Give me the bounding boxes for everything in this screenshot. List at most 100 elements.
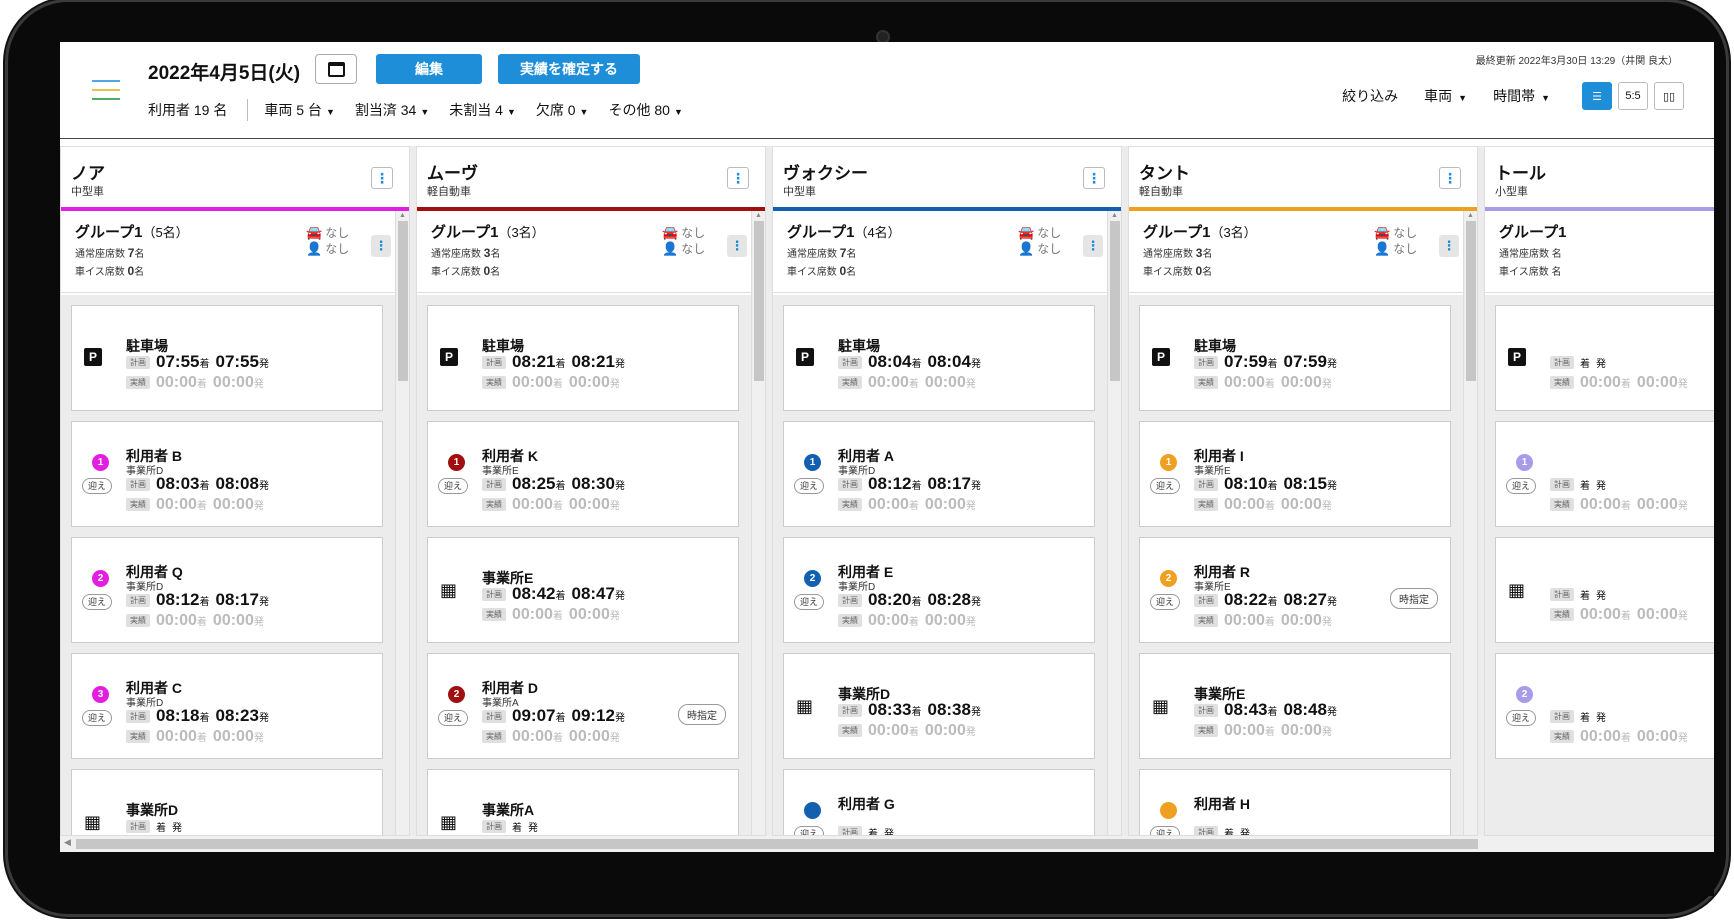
- unit-label: 名: [490, 249, 501, 260]
- actual-times: 実績 00:00着 00:00発: [1550, 374, 1694, 392]
- column-menu-button[interactable]: ⋮: [1083, 167, 1105, 189]
- scrollbar-thumb[interactable]: [398, 221, 408, 381]
- unit-label: 名: [134, 267, 145, 278]
- scroll-up-icon[interactable]: ▲: [1467, 212, 1474, 219]
- group-menu-button[interactable]: ⋮: [371, 235, 391, 257]
- stop-card[interactable]: ▦ 事業所E 計画 08:42着 08:47発 実績 00:00着 00:00発: [427, 537, 739, 643]
- stop-card[interactable]: P 駐車場 計画 07:59着 07:59発 実績 00:00着 00:00発: [1139, 305, 1451, 411]
- plan-tag: 計画: [126, 594, 150, 608]
- scroll-up-icon[interactable]: ▲: [399, 212, 406, 219]
- car-icon: 🚘: [306, 225, 323, 240]
- office-lead: ▦: [796, 696, 813, 717]
- stat-assigned-dropdown[interactable]: 割当済 34 ▼: [355, 100, 429, 120]
- depart-unit: 発: [970, 707, 981, 718]
- vehicle-type: 小型車: [1495, 186, 1528, 198]
- arrive-unit: 着: [555, 591, 566, 602]
- stop-card[interactable]: 1 迎え 利用者 I 事業所E 計画 08:10着 08:15発 実績 00:00着 00:…: [1139, 421, 1451, 527]
- stop-card[interactable]: P 駐車場 計画 08:04着 08:04発 実績 00:00着 00:00発: [783, 305, 1095, 411]
- actual-tag: 実績: [482, 376, 506, 390]
- stop-card[interactable]: ▦事業所A 計画着発 実績00:00着00:00発: [427, 769, 739, 835]
- view-map-button[interactable]: ▯▯: [1654, 82, 1684, 110]
- arrive-unit: 着: [908, 501, 919, 512]
- pickup-badge: 迎え: [82, 710, 112, 726]
- group-menu-button[interactable]: ⋮: [727, 235, 747, 257]
- seat-wheel-label: 車イス席数: [787, 267, 837, 278]
- confirm-results-button[interactable]: 実績を確定する: [498, 54, 640, 84]
- scrollbar-thumb[interactable]: [76, 839, 1478, 849]
- column-menu-button[interactable]: ⋮: [1439, 167, 1461, 189]
- scroll-up-icon[interactable]: ▲: [755, 212, 762, 219]
- stop-card[interactable]: 2 迎え 利用者 D 事業所A 計画 09:07着 09:12発 実績 00:00着 00:…: [427, 653, 739, 759]
- scrollbar-thumb[interactable]: [1110, 221, 1120, 381]
- plan-tag: 計画: [1550, 478, 1574, 492]
- stop-card[interactable]: 2 迎え 計画着発 実績 00:00着 00:00発: [1495, 653, 1714, 759]
- filter-vehicle-dropdown[interactable]: 車両 ▼: [1424, 86, 1467, 106]
- vertical-scrollbar[interactable]: ▲: [1463, 211, 1477, 835]
- stat-vehicles-dropdown[interactable]: 車両 5 台 ▼: [264, 100, 335, 120]
- column-menu-button[interactable]: ⋮: [727, 167, 749, 189]
- stop-card[interactable]: ▦事業所D 計画着発 実績00:00着00:00発: [71, 769, 383, 835]
- building-icon: ▦: [84, 812, 102, 832]
- scrollbar-thumb[interactable]: [754, 221, 764, 381]
- depart-unit: 発: [1677, 611, 1688, 622]
- stop-card[interactable]: ▦ 事業所E 計画 08:43着 08:48発 実績 00:00着 00:00発: [1139, 653, 1451, 759]
- calendar-button[interactable]: [315, 54, 357, 84]
- stop-card[interactable]: 1 迎え 利用者 B 事業所D 計画 08:03着 08:08発 実績 00:00着 00:…: [71, 421, 383, 527]
- actual-times: 実績 00:00着 00:00発: [482, 728, 626, 746]
- group-menu-button[interactable]: ⋮: [1083, 235, 1103, 257]
- stop-card[interactable]: P 計画着発 実績 00:00着 00:00発: [1495, 305, 1714, 411]
- stop-card[interactable]: 1 迎え 計画着発 実績 00:00着 00:00発: [1495, 421, 1714, 527]
- plan-tag: 計画: [838, 356, 862, 370]
- actual-arrive: 00:00: [512, 606, 553, 623]
- scroll-up-icon[interactable]: ▲: [1111, 212, 1118, 219]
- stop-card[interactable]: 1 迎え 利用者 K 事業所E 計画 08:25着 08:30発 実績 00:00着 00:…: [427, 421, 739, 527]
- stop-card[interactable]: ▦ 事業所D 計画 08:33着 08:38発 実績 00:00着 00:00発: [783, 653, 1095, 759]
- office-lead: ▦: [440, 812, 457, 833]
- stop-card[interactable]: 1 迎え 利用者 A 事業所D 計画 08:12着 08:17発 実績 00:00着 00:…: [783, 421, 1095, 527]
- view-list-button[interactable]: ☰: [1582, 82, 1612, 110]
- column-menu-button[interactable]: ⋮: [371, 167, 393, 189]
- calendar-icon: [328, 62, 345, 77]
- car-icon: 🚘: [662, 225, 679, 240]
- group-menu-button[interactable]: ⋮: [1439, 235, 1459, 257]
- plan-arrive: 08:33: [868, 700, 912, 719]
- stat-unassigned-dropdown[interactable]: 未割当 4 ▼: [449, 100, 516, 120]
- driver-value: なし: [325, 226, 350, 240]
- vehicle-name: タント: [1139, 164, 1190, 183]
- vertical-scrollbar[interactable]: ▲: [751, 211, 765, 835]
- chevron-down-icon: ▼: [420, 107, 430, 117]
- vertical-scrollbar[interactable]: ▲: [395, 211, 409, 835]
- staff-assign: 🚘 なし 👤 なし: [1374, 225, 1417, 257]
- actual-arrive: 00:00: [156, 728, 197, 745]
- stop-card[interactable]: 2 迎え 利用者 E 事業所D 計画 08:20着 08:28発 実績 00:00着 00:…: [783, 537, 1095, 643]
- group-count: （5名）: [142, 225, 189, 240]
- plan-times: 計画着発: [1550, 474, 1612, 494]
- view-split-button[interactable]: 5:5: [1618, 82, 1648, 110]
- stat-assigned-label: 割当済 34: [354, 102, 417, 118]
- unit-label: 名: [1202, 267, 1213, 278]
- filter-timeslot-dropdown[interactable]: 時間帯 ▼: [1493, 86, 1550, 106]
- stop-card[interactable]: 2 迎え 利用者 R 事業所E 計画 08:22着 08:27発 実績 00:00着 00:…: [1139, 537, 1451, 643]
- parking-icon: P: [796, 348, 814, 366]
- unit-label: 名: [1551, 249, 1562, 260]
- actual-times: 実績 00:00着 00:00発: [1194, 722, 1338, 740]
- stop-card[interactable]: 迎え利用者 G 計画着発 実績00:00着00:00発: [783, 769, 1095, 835]
- stop-card[interactable]: ▦ 計画着発 実績 00:00着 00:00発: [1495, 537, 1714, 643]
- vertical-scrollbar[interactable]: ▲: [1107, 211, 1121, 835]
- stop-card[interactable]: P 駐車場 計画 07:55着 07:55発 実績 00:00着 00:00発: [71, 305, 383, 411]
- stop-card[interactable]: P 駐車場 計画 08:21着 08:21発 実績 00:00着 00:00発: [427, 305, 739, 411]
- depart-unit: 発: [1677, 379, 1688, 390]
- stop-card[interactable]: 3 迎え 利用者 C 事業所D 計画 08:18着 08:23発 実績 00:00着 00:…: [71, 653, 383, 759]
- stop-card[interactable]: 2 迎え 利用者 Q 事業所D 計画 08:12着 08:17発 実績 00:00着 00:…: [71, 537, 383, 643]
- scroll-left-icon[interactable]: ◀: [64, 837, 71, 848]
- actual-arrive: 00:00: [868, 722, 909, 739]
- arrive-unit: 着: [911, 481, 922, 492]
- edit-button[interactable]: 編集: [376, 54, 482, 84]
- scrollbar-thumb[interactable]: [1466, 221, 1476, 381]
- attendant-value: なし: [1037, 242, 1062, 256]
- stat-other-dropdown[interactable]: その他 80 ▼: [608, 100, 682, 120]
- stop-card[interactable]: 迎え利用者 H 計画着発 実績00:00着00:00発: [1139, 769, 1451, 835]
- horizontal-scrollbar[interactable]: ◀: [60, 836, 1714, 852]
- stat-absent-dropdown[interactable]: 欠席 0 ▼: [536, 100, 589, 120]
- hamburger-menu-icon[interactable]: [92, 80, 120, 102]
